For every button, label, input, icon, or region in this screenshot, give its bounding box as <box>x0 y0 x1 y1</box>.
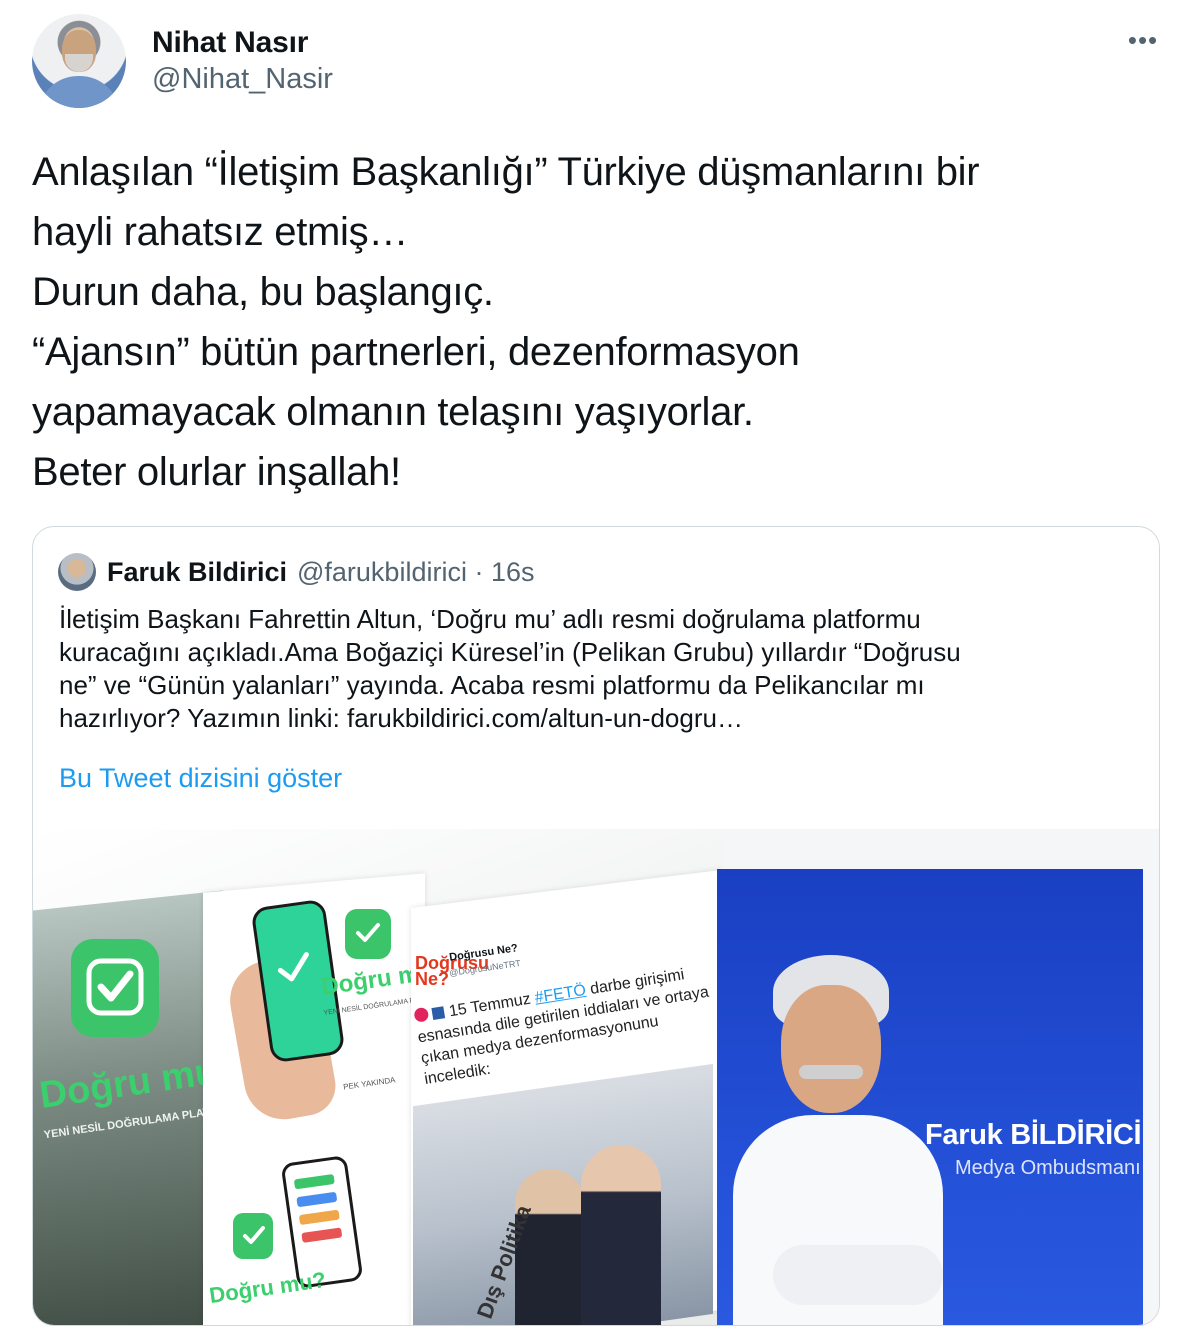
check-icon <box>277 952 309 982</box>
more-horizontal-icon[interactable]: ••• <box>1126 27 1160 53</box>
check-icon <box>243 1226 265 1244</box>
embedded-logo: Doğrusu Ne? <box>415 954 489 989</box>
tweet: Nihat Nasır @Nihat_Nasir ••• Anlaşılan “… <box>0 0 1178 1326</box>
phone-row <box>293 1173 335 1190</box>
author-handle[interactable]: @Nihat_Nasir <box>152 63 333 96</box>
app-check-icon-bottom <box>233 1213 273 1259</box>
quoted-text-line: kuracağını açıkladı.Ama Boğaziçi Küresel… <box>59 637 961 667</box>
app-check-icon-small <box>345 909 391 959</box>
quoted-tweet-text: İletişim Başkanı Fahrettin Altun, ‘Doğru… <box>59 603 1139 735</box>
author-display-name[interactable]: Nihat Nasır <box>152 26 308 60</box>
tweet-text: Anlaşılan “İletişim Başkanlığı” Türkiye … <box>32 142 1142 502</box>
quoted-author-avatar <box>58 553 96 591</box>
quoted-tweet-card[interactable]: Faruk Bildirici @farukbildirici · 16s İl… <box>32 526 1160 1326</box>
show-thread-link[interactable]: Bu Tweet dizisini göster <box>59 763 342 794</box>
embedded-person <box>515 1169 585 1325</box>
photo-moustache <box>799 1065 863 1079</box>
quoted-media[interactable]: Doğru mu? YENİ NESİL DOĞRULAMA PLATFORMU… <box>33 829 1159 1325</box>
tv-icon <box>431 1006 446 1020</box>
tweet-text-line: yapamayacak olmanın telaşını yaşıyorlar. <box>32 390 754 434</box>
red-circle-icon <box>413 1006 430 1023</box>
app-check-icon <box>71 939 159 1037</box>
check-icon <box>86 958 144 1016</box>
quoted-text-line: İletişim Başkanı Fahrettin Altun, ‘Doğru… <box>59 604 921 634</box>
tweet-text-line: Anlaşılan “İletişim Başkanlığı” Türkiye … <box>32 150 980 194</box>
profile-card-title: Medya Ombudsmanı <box>955 1157 1141 1179</box>
author-avatar[interactable] <box>32 14 126 108</box>
tweet-text-line: Durun daha, bu başlangıç. <box>32 270 494 314</box>
embedded-person <box>581 1145 661 1325</box>
quoted-text-line: hazırlıyor? Yazımın linki: farukbildiric… <box>59 703 743 733</box>
tweet-text-line: hayli rahatsız etmiş… <box>32 210 409 254</box>
profile-card-photo <box>733 955 943 1325</box>
profile-card-name: Faruk BİLDİRİCİ <box>925 1119 1142 1151</box>
check-icon <box>356 923 380 942</box>
phone-row <box>301 1227 343 1243</box>
quoted-text-line: ne” ve “Günün yalanları” yayında. Acaba … <box>59 670 925 700</box>
photo-arm <box>773 1245 943 1305</box>
phone-row <box>298 1209 340 1226</box>
avatar-shirt <box>38 76 120 108</box>
quoted-author-handle-time: @farukbildirici · 16s <box>297 557 535 587</box>
photo-face <box>781 985 881 1113</box>
tweet-text-line: Beter olurlar inşallah! <box>32 450 401 494</box>
quoted-author-name: Faruk Bildirici <box>107 557 288 587</box>
phone-row <box>296 1191 338 1208</box>
media-image-left[interactable]: Doğru mu? YENİ NESİL DOĞRULAMA PLATFORMU… <box>33 829 723 1325</box>
tweet-text-line: “Ajansın” bütün partnerleri, dezenformas… <box>32 330 800 374</box>
